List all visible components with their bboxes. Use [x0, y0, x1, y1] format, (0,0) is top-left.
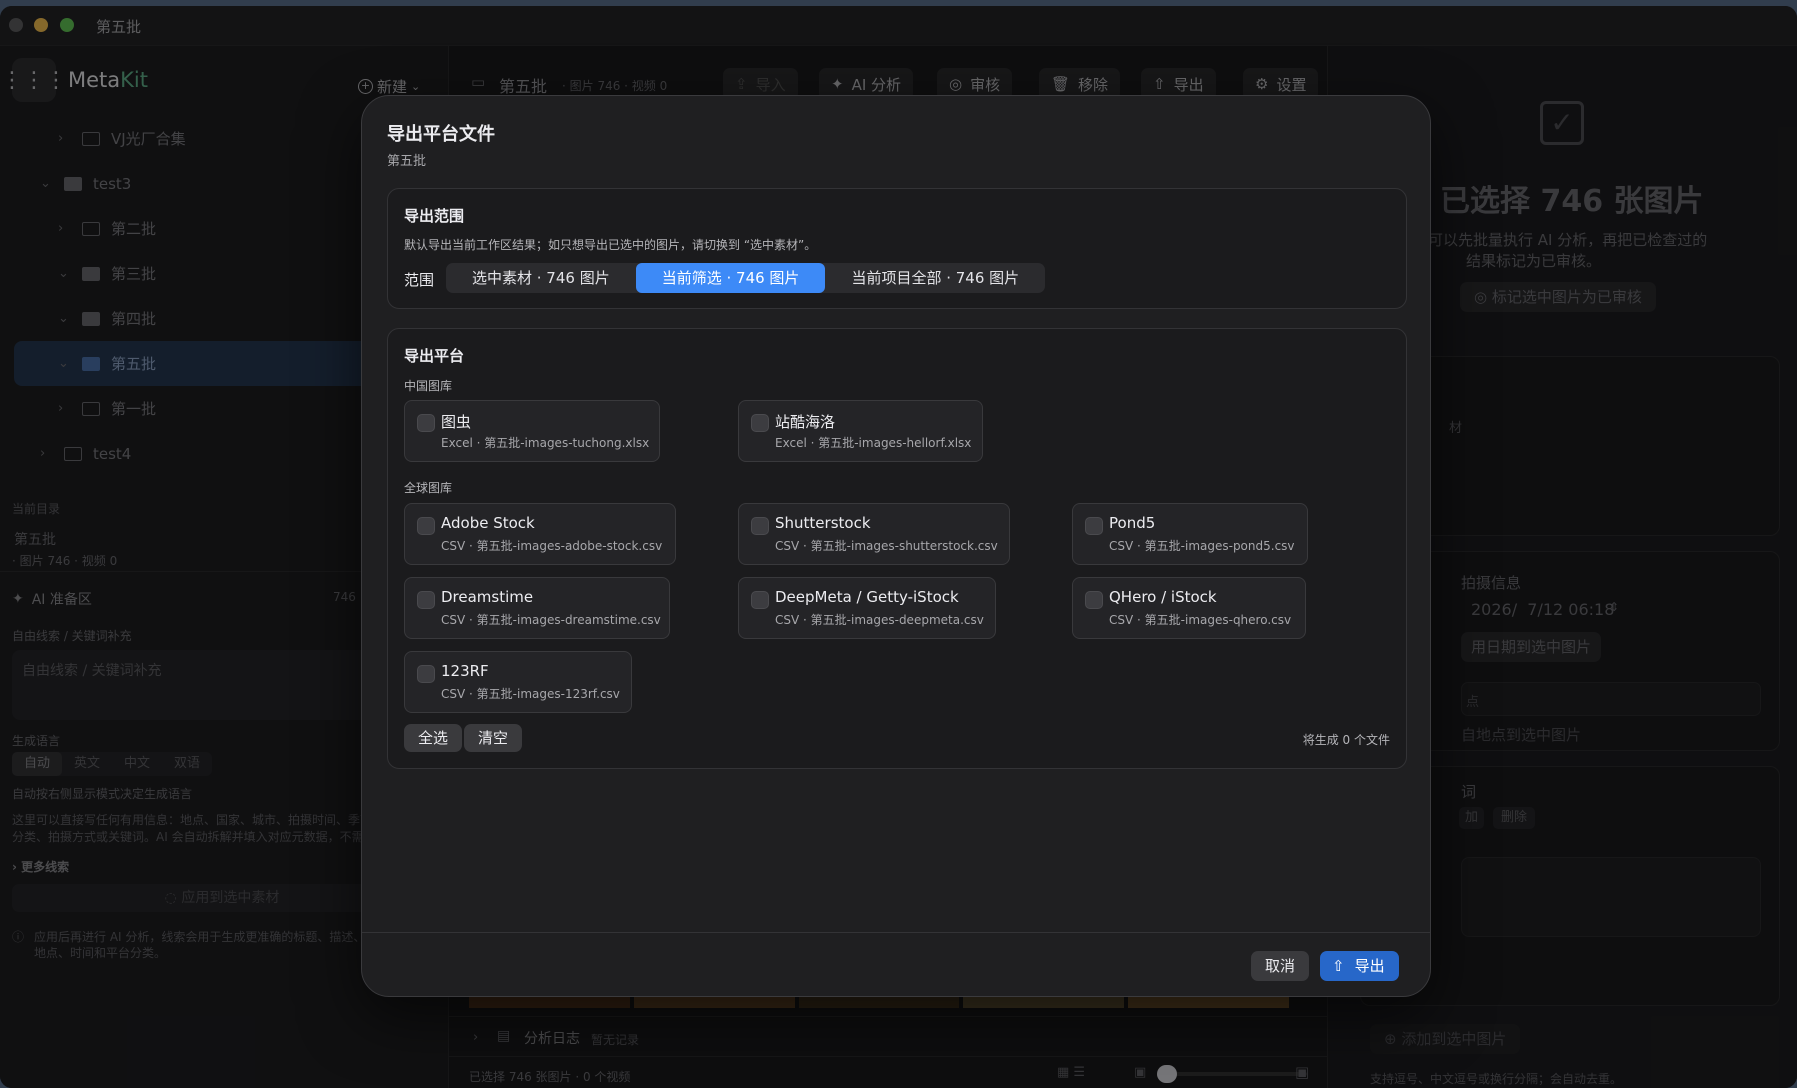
platforms-title: 导出平台: [404, 347, 465, 365]
platform-option[interactable]: QHero / iStock CSV · 第五批-images-qhero.csv: [1072, 577, 1306, 639]
platform-checkbox[interactable]: [417, 665, 435, 683]
platform-name: Shutterstock: [775, 514, 871, 532]
platform-checkbox[interactable]: [751, 414, 769, 432]
scope-desc: 默认导出当前工作区结果；如只想导出已选中的图片，请切换到 “选中素材”。: [404, 238, 817, 252]
scope-title: 导出范围: [404, 207, 465, 225]
china-group-label: 中国图库: [404, 379, 453, 393]
global-group-label: 全球图库: [404, 481, 453, 495]
platform-option[interactable]: 图虫 Excel · 第五批-images-tuchong.xlsx: [404, 400, 660, 462]
file-count: 将生成 0 个文件: [1302, 733, 1390, 747]
platform-name: QHero / iStock: [1109, 588, 1217, 606]
platform-name: 图虫: [441, 413, 472, 431]
platform-file: CSV · 第五批-images-shutterstock.csv: [775, 539, 998, 553]
platform-checkbox[interactable]: [417, 414, 435, 432]
scope-option[interactable]: 当前项目全部 · 746 图片: [825, 263, 1045, 293]
platform-file: CSV · 第五批-images-adobe-stock.csv: [441, 539, 663, 553]
platform-checkbox[interactable]: [751, 517, 769, 535]
platform-checkbox[interactable]: [417, 517, 435, 535]
platform-name: 123RF: [441, 662, 489, 680]
footer-divider: [362, 932, 1430, 933]
scope-option[interactable]: 选中素材 · 746 图片: [446, 263, 636, 293]
clear-button[interactable]: 清空: [464, 724, 523, 752]
scope-segmented: 选中素材 · 746 图片 当前筛选 · 746 图片 当前项目全部 · 746 图…: [446, 263, 1046, 293]
platform-option[interactable]: DeepMeta / Getty-iStock CSV · 第五批-images-…: [738, 577, 996, 639]
platform-file: Excel · 第五批-images-hellorf.xlsx: [775, 436, 972, 450]
platform-option[interactable]: Adobe Stock CSV · 第五批-images-adobe-stock.…: [404, 503, 676, 565]
platform-option[interactable]: Pond5 CSV · 第五批-images-pond5.csv: [1072, 503, 1308, 565]
platform-name: Pond5: [1109, 514, 1156, 532]
scope-card: 导出范围 默认导出当前工作区结果；如只想导出已选中的图片，请切换到 “选中素材”…: [387, 188, 1407, 309]
select-all-button[interactable]: 全选: [404, 724, 463, 752]
platform-option[interactable]: Shutterstock CSV · 第五批-images-shutterstoc…: [738, 503, 1010, 565]
platforms-card: 导出平台 中国图库 全球图库 图虫 Excel · 第五批-images-tuch…: [387, 328, 1407, 769]
export-confirm-button[interactable]: ⇧ 导出: [1320, 951, 1399, 981]
platform-option[interactable]: 123RF CSV · 第五批-images-123rf.csv: [404, 651, 632, 713]
dialog-title: 导出平台文件: [387, 124, 495, 145]
platform-checkbox[interactable]: [1085, 591, 1103, 609]
range-label: 范围: [404, 271, 435, 289]
platform-checkbox[interactable]: [417, 591, 435, 609]
platform-file: Excel · 第五批-images-tuchong.xlsx: [441, 436, 650, 450]
platform-file: CSV · 第五批-images-deepmeta.csv: [775, 613, 984, 627]
platform-name: DeepMeta / Getty-iStock: [775, 588, 959, 606]
cancel-button[interactable]: 取消: [1251, 951, 1310, 981]
platform-name: 站酷海洛: [775, 413, 836, 431]
platform-file: CSV · 第五批-images-dreamstime.csv: [441, 613, 661, 627]
platform-name: Dreamstime: [441, 588, 534, 606]
share-icon: ⇧: [1332, 957, 1345, 975]
platform-file: CSV · 第五批-images-123rf.csv: [441, 687, 620, 701]
export-dialog: 导出平台文件 第五批 导出范围 默认导出当前工作区结果；如只想导出已选中的图片，…: [361, 95, 1431, 997]
platform-checkbox[interactable]: [751, 591, 769, 609]
scope-option[interactable]: 当前筛选 · 746 图片: [635, 263, 826, 293]
platform-name: Adobe Stock: [441, 514, 535, 532]
platform-file: CSV · 第五批-images-qhero.csv: [1109, 613, 1292, 627]
platform-file: CSV · 第五批-images-pond5.csv: [1109, 539, 1295, 553]
platform-option[interactable]: 站酷海洛 Excel · 第五批-images-hellorf.xlsx: [738, 400, 983, 462]
platform-checkbox[interactable]: [1085, 517, 1103, 535]
dialog-subtitle: 第五批: [387, 154, 427, 169]
platform-option[interactable]: Dreamstime CSV · 第五批-images-dreamstime.cs…: [404, 577, 670, 639]
